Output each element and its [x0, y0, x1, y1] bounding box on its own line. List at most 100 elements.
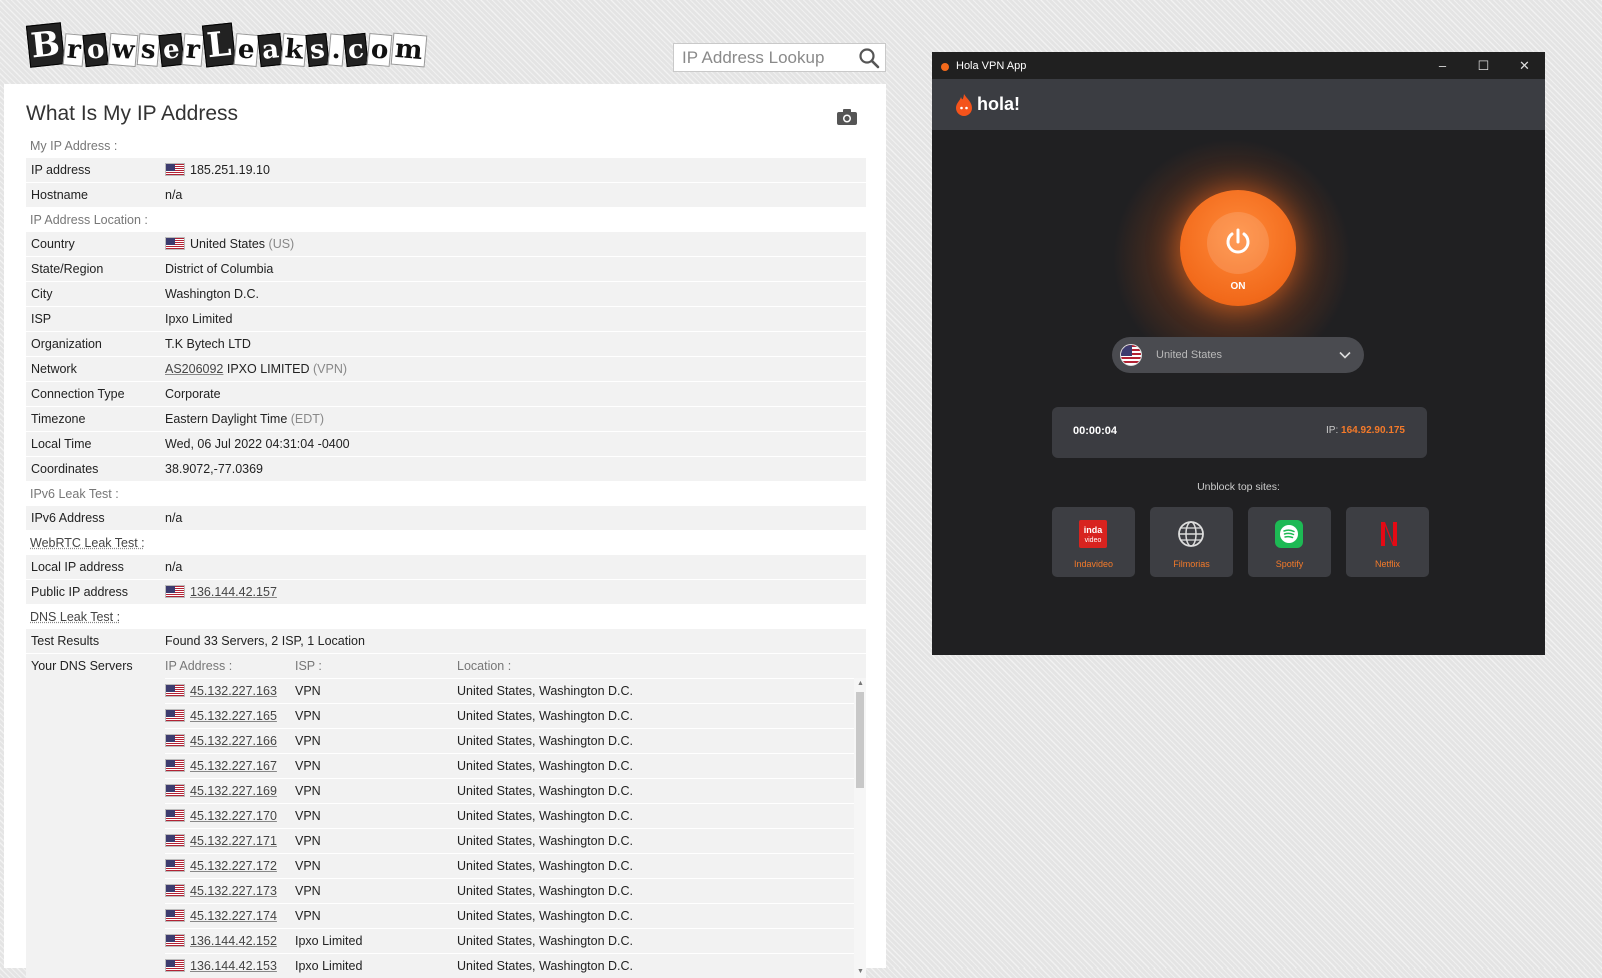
webrtc-link[interactable]: WebRTC Leak Test :	[30, 536, 145, 550]
asn-link[interactable]: AS206092	[165, 362, 223, 376]
logo-letter: e	[233, 33, 259, 67]
column-header: ISP :	[295, 659, 322, 673]
hola-flame-icon	[941, 62, 949, 71]
dns-ip-link[interactable]: 45.132.227.170	[190, 809, 277, 823]
dns-table-scrollbar[interactable]: ▲ ▼	[854, 678, 866, 978]
us-flag-icon	[165, 684, 185, 697]
dns-isp: VPN	[295, 684, 321, 698]
row-ipv6-address: IPv6 Address n/a	[26, 506, 866, 531]
section-my-ip: My IP Address :	[30, 139, 118, 153]
dns-location: United States, Washington D.C.	[457, 684, 634, 698]
dns-leak-link[interactable]: DNS Leak Test :	[30, 610, 120, 624]
top-sites: inda video Indavideo Filmorias Spotify Ne…	[1052, 507, 1429, 577]
close-button[interactable]: ✕	[1504, 58, 1545, 74]
dns-servers-table: IP Address : ISP : Location : 45.132.227…	[165, 654, 866, 978]
row-value: n/a	[165, 560, 183, 574]
us-flag-icon	[165, 237, 185, 250]
dns-ip-link[interactable]: 136.144.42.152	[190, 934, 277, 948]
row-value: 38.9072,-77.0369	[165, 462, 264, 476]
us-flag-icon	[165, 884, 185, 897]
row-network: Network AS206092 IPXO LIMITED (VPN)	[26, 357, 866, 382]
row-ip-address: IP address 185.251.19.10	[26, 158, 866, 183]
page-title: What Is My IP Address	[26, 102, 239, 125]
site-filmorias[interactable]: Filmorias	[1150, 507, 1233, 577]
dns-isp: VPN	[295, 859, 321, 873]
maximize-button[interactable]: ☐	[1463, 58, 1504, 74]
ip-lookup-input[interactable]	[674, 44, 866, 71]
dns-ip-link[interactable]: 45.132.227.173	[190, 884, 277, 898]
dns-ip-link[interactable]: 45.132.227.167	[190, 759, 277, 773]
row-test-results: Test Results Found 33 Servers, 2 ISP, 1 …	[26, 629, 866, 654]
scrollbar-thumb[interactable]	[856, 692, 864, 788]
connection-timer: 00:00:04	[1073, 425, 1118, 437]
logo-letter: B	[25, 22, 65, 68]
power-button[interactable]: ON	[1180, 190, 1296, 306]
public-ip-link[interactable]: 136.144.42.157	[190, 585, 277, 599]
dns-ip-link[interactable]: 136.144.42.153	[190, 959, 277, 973]
site-netflix[interactable]: Netflix	[1346, 507, 1429, 577]
row-value: n/a	[165, 511, 183, 525]
table-row: 45.132.227.167 VPN United States, Washingt…	[165, 753, 866, 778]
country-value: United States	[190, 237, 266, 251]
table-row: 45.132.227.172 VPN United States, Washingt…	[165, 853, 866, 878]
dns-ip-link[interactable]: 45.132.227.165	[190, 709, 277, 723]
row-public-ip: Public IP address 136.144.42.157	[26, 580, 866, 605]
row-label: Public IP address	[31, 585, 129, 599]
dns-isp: VPN	[295, 884, 321, 898]
dns-ip-link[interactable]: 45.132.227.163	[190, 684, 277, 698]
dns-location: United States, Washington D.C.	[457, 859, 634, 873]
dns-location: United States, Washington D.C.	[457, 834, 634, 848]
dns-ip-link[interactable]: 45.132.227.171	[190, 834, 277, 848]
browserleaks-logo[interactable]: B r o w s e r L e a k s . c o m	[25, 10, 428, 68]
row-label: ISP	[31, 312, 52, 326]
country-selector[interactable]: United States	[1112, 337, 1364, 373]
site-label: Spotify	[1275, 559, 1304, 569]
logo-letter: r	[182, 33, 205, 67]
us-flag-icon	[165, 163, 185, 176]
row-value: 136.144.42.157	[165, 580, 866, 604]
us-flag-icon	[165, 784, 185, 797]
dns-isp: VPN	[295, 784, 321, 798]
table-row: 45.132.227.169 VPN United States, Washingt…	[165, 778, 866, 803]
dns-ip-link[interactable]: 45.132.227.172	[190, 859, 277, 873]
dns-ip-link[interactable]: 45.132.227.174	[190, 909, 277, 923]
row-label: Timezone	[31, 412, 86, 426]
dns-location: United States, Washington D.C.	[457, 784, 634, 798]
dns-ip-link[interactable]: 45.132.227.169	[190, 784, 277, 798]
row-label: Test Results	[31, 634, 100, 648]
column-header: Location :	[457, 659, 512, 673]
row-label: Connection Type	[31, 387, 125, 401]
dns-location: United States, Washington D.C.	[457, 809, 634, 823]
site-indavideo[interactable]: inda video Indavideo	[1052, 507, 1135, 577]
minimize-button[interactable]: –	[1422, 58, 1463, 73]
ip-lookup-search	[673, 43, 886, 72]
dns-ip-link[interactable]: 45.132.227.166	[190, 734, 277, 748]
row-value: 185.251.19.10	[165, 158, 866, 182]
search-icon[interactable]	[858, 47, 880, 69]
camera-icon[interactable]	[836, 108, 858, 126]
logo-letter: s	[136, 33, 161, 67]
scroll-up-icon[interactable]: ▲	[857, 680, 864, 688]
row-label: Country	[31, 237, 75, 251]
section-location: IP Address Location :	[30, 213, 148, 227]
row-label: IPv6 Address	[31, 511, 105, 525]
timezone-abbr: (EDT)	[290, 412, 325, 426]
vpn-ip-label: IP:	[1326, 425, 1339, 436]
vpn-ip: IP: 164.92.90.175	[1326, 425, 1405, 436]
row-label: Local Time	[31, 437, 92, 451]
site-spotify[interactable]: Spotify	[1248, 507, 1331, 577]
row-connection-type: Connection Type Corporate	[26, 382, 866, 407]
vpn-ip-value: 164.92.90.175	[1341, 425, 1405, 436]
power-state: ON	[1230, 281, 1246, 292]
hola-body: ON United States 00:00:04 IP: 164.92.90.…	[932, 130, 1545, 655]
window-titlebar[interactable]: Hola VPN App – ☐ ✕	[932, 52, 1545, 79]
dns-isp: Ipxo Limited	[295, 959, 363, 973]
logo-letter: m	[390, 32, 428, 68]
hola-logo: hola!	[954, 93, 1020, 117]
scroll-down-icon[interactable]: ▼	[857, 968, 864, 976]
dns-isp: VPN	[295, 809, 321, 823]
row-city: City Washington D.C.	[26, 282, 866, 307]
network-name: IPXO LIMITED	[226, 362, 310, 376]
country-code: (US)	[268, 237, 295, 251]
us-flag-icon	[165, 809, 185, 822]
